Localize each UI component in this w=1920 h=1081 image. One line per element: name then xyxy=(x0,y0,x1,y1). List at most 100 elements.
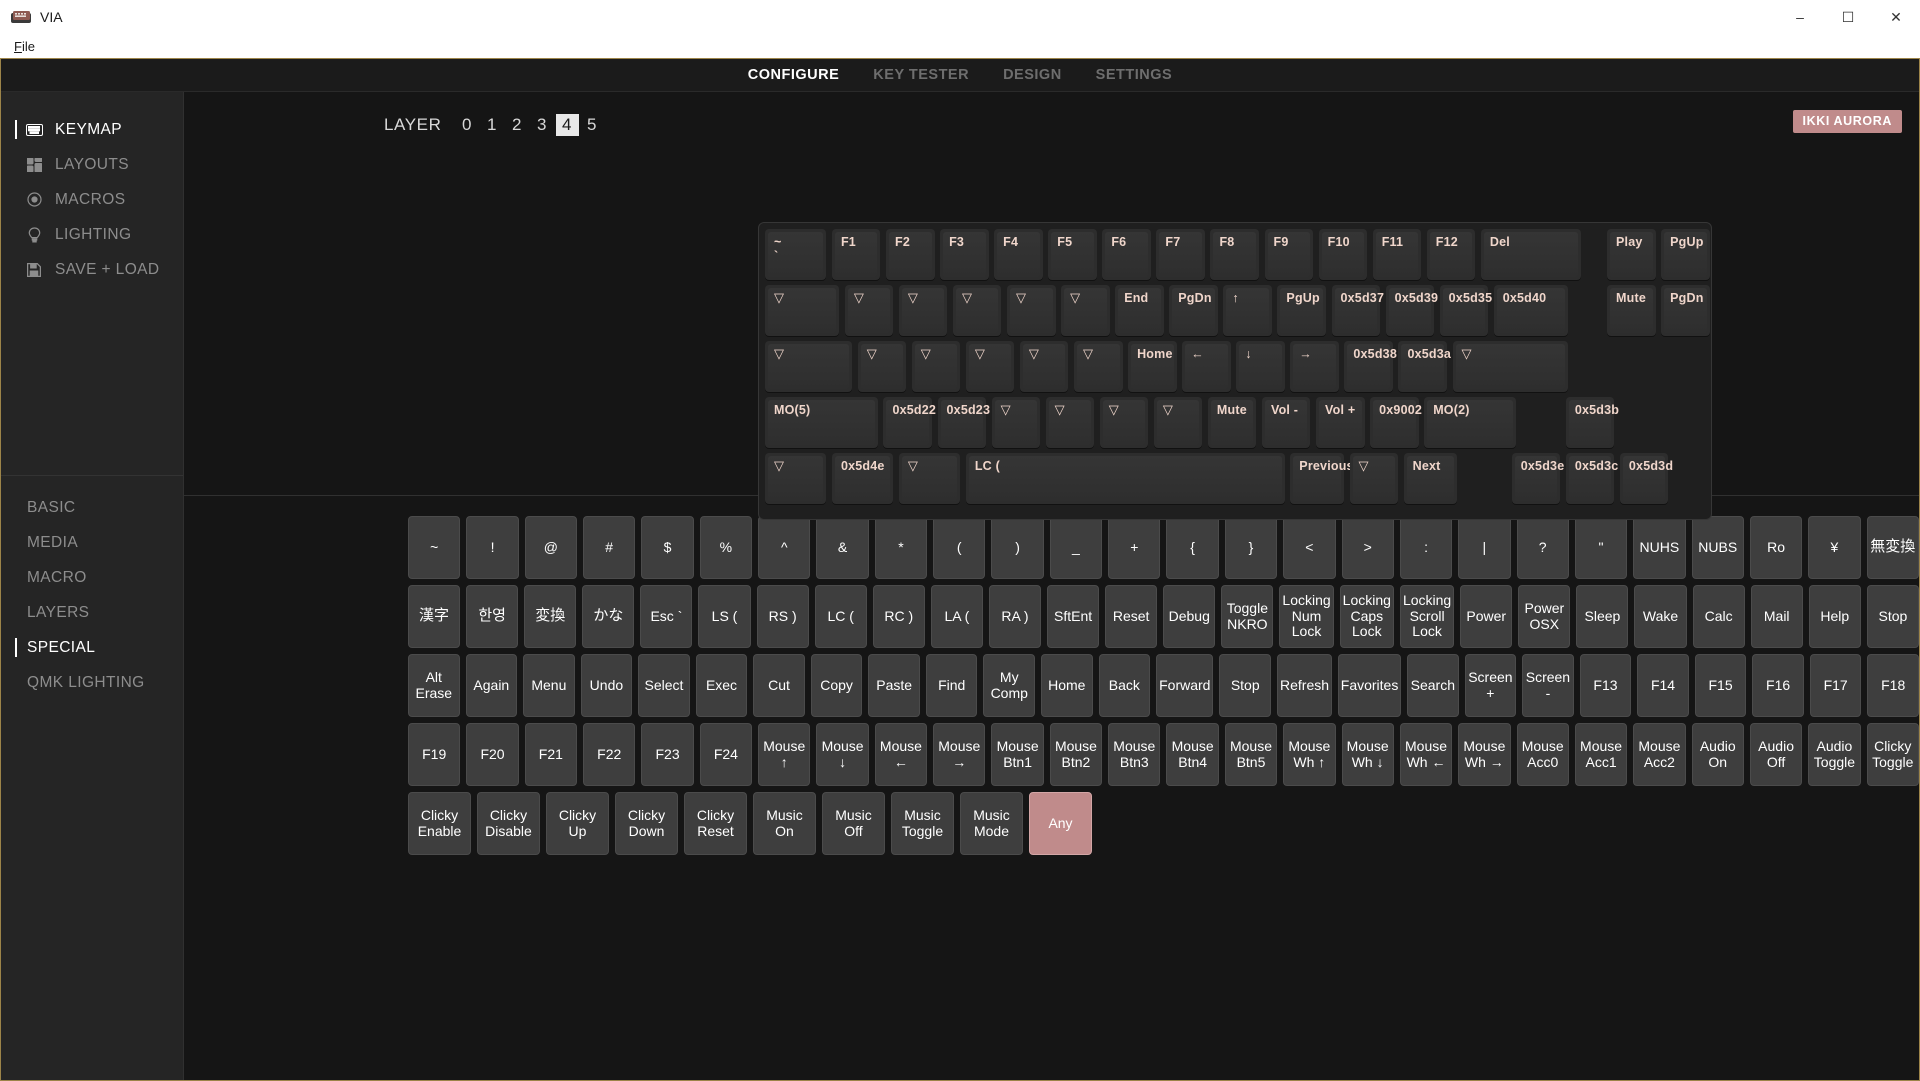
keymap-key[interactable]: F12 xyxy=(1426,229,1476,280)
sidebar-category-basic[interactable]: BASIC xyxy=(1,490,183,525)
key-picker-key[interactable]: F14 xyxy=(1637,654,1689,717)
keymap-key[interactable]: 0x5d3c xyxy=(1565,453,1618,504)
sidebar-item-macros[interactable]: MACROS xyxy=(1,182,183,217)
keymap-key[interactable]: ▽ xyxy=(1045,397,1095,448)
key-picker-key[interactable]: < xyxy=(1283,516,1336,579)
keymap-key[interactable]: ▽ xyxy=(1061,285,1110,336)
layer-button-3[interactable]: 3 xyxy=(531,114,554,136)
sidebar-item-keymap[interactable]: KEYMAP xyxy=(1,112,183,147)
keymap-key[interactable]: Mute xyxy=(1607,285,1656,336)
key-picker-key[interactable]: Mouse Acc1 xyxy=(1574,723,1628,786)
key-picker-key[interactable]: Mouse Btn2 xyxy=(1049,723,1103,786)
key-picker-key[interactable]: Screen + xyxy=(1464,654,1517,717)
keymap-key[interactable]: 0x5d3d xyxy=(1619,453,1673,504)
key-picker-key[interactable]: Clicky Toggle xyxy=(1866,723,1919,786)
keymap-key[interactable]: 0x5d38 xyxy=(1344,341,1397,392)
key-picker-key[interactable]: Undo xyxy=(580,654,633,717)
keymap-key[interactable]: 0x5d22 xyxy=(883,397,936,448)
keymap-key[interactable]: ▽ xyxy=(765,285,840,336)
key-picker-key[interactable]: Esc ` xyxy=(640,585,693,648)
key-picker-key[interactable]: Screen - xyxy=(1522,654,1574,717)
key-picker-key[interactable]: F19 xyxy=(408,723,461,786)
keymap-key[interactable]: F1 xyxy=(831,229,881,280)
keymap-key[interactable]: F8 xyxy=(1210,229,1259,280)
layer-button-4[interactable]: 4 xyxy=(555,114,579,136)
key-picker-key[interactable]: ^ xyxy=(758,516,811,579)
keymap-key[interactable]: 0x9002 xyxy=(1370,397,1422,448)
close-button[interactable]: ✕ xyxy=(1872,0,1920,34)
keymap-key[interactable]: F10 xyxy=(1318,229,1368,280)
key-picker-key[interactable]: Again xyxy=(465,654,518,717)
key-picker-key[interactable]: Alt Erase xyxy=(408,654,460,717)
layer-button-5[interactable]: 5 xyxy=(581,114,604,136)
key-picker-key[interactable]: F22 xyxy=(583,723,636,786)
keymap-key[interactable]: ▽ xyxy=(898,285,948,336)
key-picker-key[interactable]: Help xyxy=(1808,585,1861,648)
key-picker-key[interactable]: Refresh xyxy=(1277,654,1333,717)
keymap-key[interactable]: ▽ xyxy=(1452,341,1568,392)
sidebar-category-macro[interactable]: MACRO xyxy=(1,560,183,595)
key-picker-key[interactable]: Home xyxy=(1041,654,1093,717)
sidebar-category-qmk-lighting[interactable]: QMK LIGHTING xyxy=(1,665,183,700)
key-picker-key[interactable]: Audio Off xyxy=(1749,723,1803,786)
key-picker-key[interactable]: Mouse Wh ↑ xyxy=(1283,723,1336,786)
key-picker-key[interactable]: Calc xyxy=(1692,585,1745,648)
tab-key-tester[interactable]: KEY TESTER xyxy=(873,67,969,83)
key-picker-key[interactable]: Paste xyxy=(868,654,920,717)
keymap-key[interactable]: ↓ xyxy=(1236,341,1285,392)
keymap-key[interactable]: ▽ xyxy=(898,453,961,504)
keymap-key[interactable]: 0x5d35 xyxy=(1439,285,1492,336)
keymap-key[interactable]: 0x5d4e xyxy=(831,453,894,504)
key-picker-key[interactable]: Mail xyxy=(1750,585,1803,648)
key-picker-key[interactable]: > xyxy=(1341,516,1394,579)
key-picker-key[interactable]: Toggle NKRO xyxy=(1221,585,1274,648)
key-picker-key[interactable]: Wake xyxy=(1634,585,1687,648)
keymap-key[interactable]: 0x5d37 xyxy=(1331,285,1384,336)
keymap-key[interactable]: ▽ xyxy=(1349,453,1399,504)
key-picker-key[interactable]: Mouse Wh ← xyxy=(1399,723,1453,786)
key-picker-key[interactable]: Menu xyxy=(523,654,575,717)
key-picker-key[interactable]: Music On xyxy=(753,792,816,855)
keymap-key[interactable]: 0x5d40 xyxy=(1493,285,1568,336)
key-picker-key[interactable]: Cut xyxy=(753,654,805,717)
key-picker-key[interactable]: 変換 xyxy=(524,585,577,648)
key-picker-key[interactable]: Ro xyxy=(1749,516,1803,579)
key-picker-key[interactable]: Clicky Reset xyxy=(684,792,747,855)
key-picker-key[interactable]: Copy xyxy=(810,654,863,717)
key-picker-key[interactable]: NUBS xyxy=(1691,516,1744,579)
key-picker-key[interactable]: My Comp xyxy=(983,654,1036,717)
minimize-button[interactable]: – xyxy=(1776,0,1824,34)
key-picker-key[interactable]: ? xyxy=(1516,516,1569,579)
key-picker-key[interactable]: NUHS xyxy=(1633,516,1686,579)
key-picker-key[interactable]: Clicky Enable xyxy=(408,792,471,855)
keymap-key[interactable]: ▽ xyxy=(1019,341,1069,392)
key-picker-key[interactable]: Mouse ← xyxy=(874,723,928,786)
key-picker-key[interactable]: Locking Scroll Lock xyxy=(1399,585,1455,648)
keymap-key[interactable]: Previous xyxy=(1290,453,1354,504)
keymap-key[interactable]: Play xyxy=(1607,229,1656,280)
key-picker-key[interactable]: F20 xyxy=(466,723,519,786)
key-picker-key[interactable]: Debug xyxy=(1163,585,1216,648)
key-picker-key[interactable]: ) xyxy=(991,516,1044,579)
key-picker-key[interactable]: $ xyxy=(641,516,694,579)
tab-design[interactable]: DESIGN xyxy=(1003,67,1062,83)
key-picker-key[interactable]: Mouse ↓ xyxy=(816,723,869,786)
key-picker-key[interactable]: F15 xyxy=(1694,654,1747,717)
keymap-key[interactable]: F3 xyxy=(940,229,989,280)
keymap-key[interactable]: F4 xyxy=(994,229,1043,280)
key-picker-key[interactable]: Mouse Btn1 xyxy=(991,723,1044,786)
keymap-key[interactable]: F5 xyxy=(1048,229,1097,280)
key-picker-key[interactable]: RS ) xyxy=(756,585,809,648)
layer-button-1[interactable]: 1 xyxy=(481,114,504,136)
keymap-key[interactable]: ~ ` xyxy=(765,229,827,280)
key-picker-key[interactable]: Locking Num Lock xyxy=(1279,585,1334,648)
key-picker-key[interactable]: F16 xyxy=(1752,654,1804,717)
key-picker-key[interactable]: RC ) xyxy=(872,585,925,648)
key-picker-key[interactable]: Mouse Acc0 xyxy=(1516,723,1569,786)
keymap-key[interactable]: PgDn xyxy=(1169,285,1218,336)
keymap-key[interactable]: 0x5d3a xyxy=(1398,341,1451,392)
key-picker-key[interactable]: ¥ xyxy=(1808,516,1861,579)
key-picker-key[interactable]: Reset xyxy=(1105,585,1158,648)
keymap-key[interactable]: 0x5d3b xyxy=(1565,397,1619,448)
key-picker-key[interactable]: Mouse Btn4 xyxy=(1166,723,1219,786)
